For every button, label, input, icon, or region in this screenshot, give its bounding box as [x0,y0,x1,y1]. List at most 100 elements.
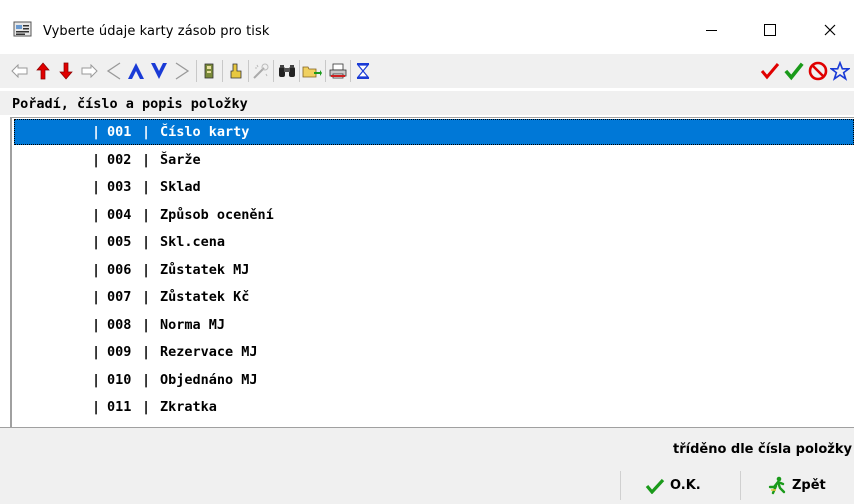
blue-down-icon[interactable] [149,60,169,82]
item-list[interactable]: | 001 | Číslo karty | 002 | Šarže | 003 | Sklad | 004… [10,117,854,427]
check-icon [645,478,665,494]
item-label: Norma MJ [160,316,226,333]
folder-arrow-icon[interactable] [302,60,322,82]
item-number: 003 [107,179,132,195]
minimize-icon [705,29,717,31]
item-label: Zůstatek Kč [160,289,250,305]
item-label: Šarže [160,151,201,168]
back-label: Zpět [792,478,826,493]
toolbar-separator [273,60,274,82]
toolbar-separator [222,60,223,82]
item-number: 010 [107,371,132,388]
column-divider: | [142,206,151,223]
column-divider: | [92,344,101,360]
app-icon [13,20,33,38]
item-number: 007 [107,289,132,305]
list-header-label: Pořadí, číslo a popis položky [12,96,248,112]
column-divider: | [142,151,151,168]
maximize-button[interactable] [740,10,800,50]
toolbar [0,54,854,88]
column-divider: | [142,399,151,415]
item-label: Skl.cena [160,234,226,250]
list-item[interactable]: | 011 | Zkratka [14,394,854,420]
list-item[interactable]: | 001 | Číslo karty [14,119,854,145]
list-item[interactable]: | 004 | Způsob ocenění [14,202,854,228]
list-item[interactable]: | 007 | Zůstatek Kč [14,284,854,310]
list-header: Pořadí, číslo a popis položky [0,91,854,115]
move-down-icon[interactable] [56,60,76,82]
window-title: Vyberte údaje karty zásob pro tisk [43,24,270,39]
column-divider: | [142,371,151,388]
item-number: 002 [107,151,132,168]
back-button[interactable]: Zpět [740,471,854,500]
cancel-icon[interactable] [808,60,828,82]
column-divider: | [92,206,101,223]
column-divider: | [92,316,101,333]
close-icon [824,24,836,36]
pointer-icon[interactable] [226,60,246,82]
list-item[interactable]: | 005 | Skl.cena [14,229,854,255]
item-label: Objednáno MJ [160,371,258,388]
item-label: Zkratka [160,399,217,415]
column-divider: | [92,179,101,195]
blue-up-icon[interactable] [126,60,146,82]
item-label: Sklad [160,179,201,195]
item-label: Způsob ocenění [160,206,274,223]
item-number: 005 [107,234,132,250]
printer-icon[interactable] [328,60,348,82]
item-number: 006 [107,261,132,278]
binoculars-icon[interactable] [277,60,297,82]
title-bar: Vyberte údaje karty zásob pro tisk [0,0,854,54]
item-label: Zůstatek MJ [160,261,250,278]
last-arrow-icon[interactable] [79,60,99,82]
list-item[interactable]: | 008 | Norma MJ [14,312,854,338]
hourglass-icon[interactable] [353,60,373,82]
column-divider: | [142,234,151,250]
next-page-icon[interactable] [172,60,192,82]
toolbar-separator [325,60,326,82]
column-divider: | [92,124,101,140]
toolbar-separator [299,60,300,82]
first-arrow-icon[interactable] [10,60,30,82]
column-divider: | [142,261,151,278]
column-divider: | [142,316,151,333]
ok-button[interactable]: O.K. [620,471,730,500]
ok-label: O.K. [670,478,701,493]
list-item[interactable]: | 006 | Zůstatek MJ [14,257,854,283]
item-number: 001 [107,124,132,140]
column-divider: | [142,179,151,195]
list-item[interactable]: | 003 | Sklad [14,174,854,200]
column-divider: | [92,371,101,388]
prev-page-icon[interactable] [104,60,124,82]
hand-icon[interactable] [199,60,219,82]
item-number: 004 [107,206,132,223]
footer: O.K. Zpět [0,467,854,504]
column-divider: | [142,124,151,140]
close-button[interactable] [800,10,854,50]
minimize-button[interactable] [681,10,741,50]
toolbar-separator [196,60,197,82]
item-number: 011 [107,399,132,415]
column-divider: | [92,234,101,250]
sort-status: tříděno dle čísla položky [673,442,852,457]
column-divider: | [142,344,151,360]
star-icon[interactable] [830,60,850,82]
item-number: 008 [107,316,132,333]
check-red-icon[interactable] [760,60,780,82]
running-man-icon [768,476,786,494]
move-up-icon[interactable] [33,60,53,82]
item-label: Rezervace MJ [160,344,258,360]
item-number: 009 [107,344,132,360]
column-divider: | [92,289,101,305]
status-bar: tříděno dle čísla položky [0,427,854,468]
column-divider: | [92,151,101,168]
list-item[interactable]: | 009 | Rezervace MJ [14,339,854,365]
column-divider: | [92,399,101,415]
list-item[interactable]: | 002 | Šarže [14,147,854,173]
list-item[interactable]: | 010 | Objednáno MJ [14,367,854,393]
wizard-icon[interactable] [251,60,271,82]
toolbar-separator [350,60,351,82]
check-green-icon[interactable] [784,60,804,82]
maximize-icon [764,24,776,36]
toolbar-separator [248,60,249,82]
